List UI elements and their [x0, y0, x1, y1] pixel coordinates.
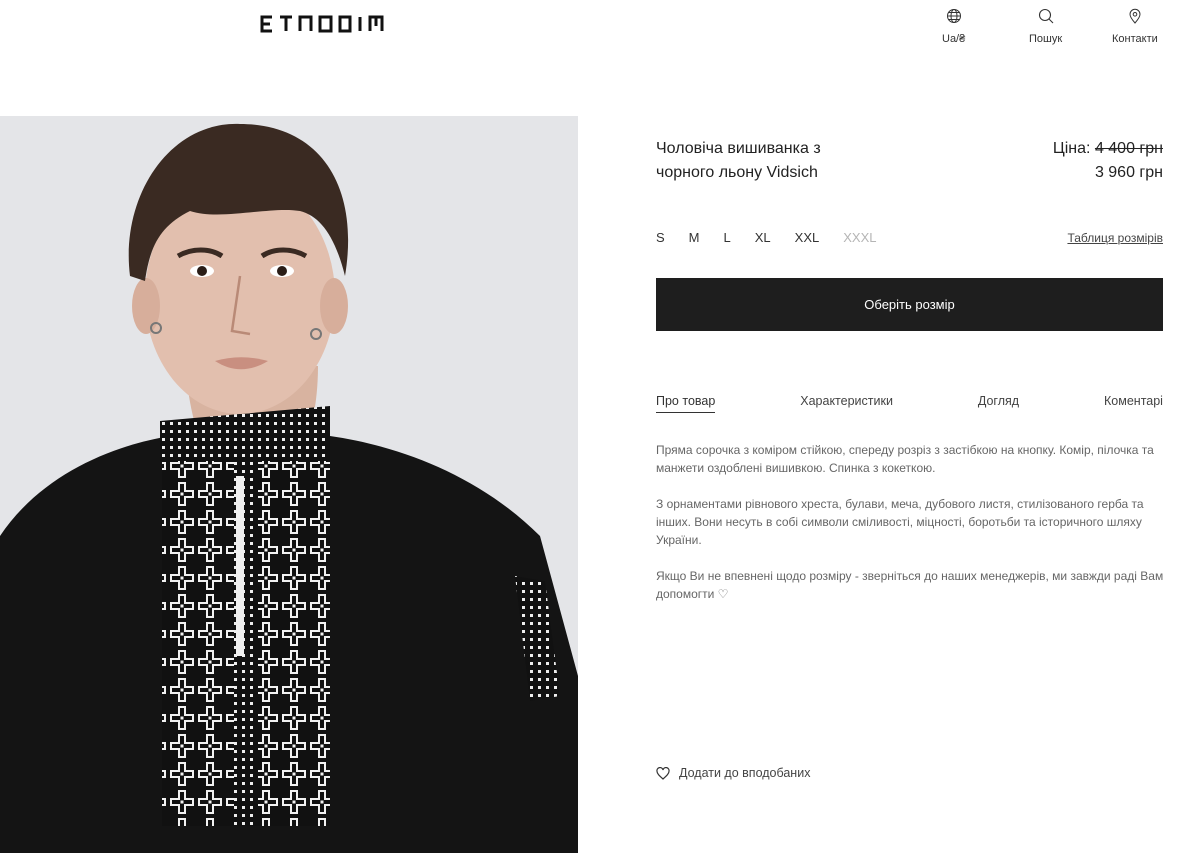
location-pin-icon: [1129, 8, 1141, 24]
product-photo: [0, 116, 578, 853]
language-currency-label: Ua/₴: [942, 33, 966, 45]
description-paragraph-2: З орнаментами рівнового хреста, булави, …: [656, 497, 1144, 547]
tab-care[interactable]: Догляд: [978, 394, 1019, 413]
size-option-xxxl: XXXL: [843, 230, 877, 245]
product-tabs: Про товар Характеристики Догляд Коментар…: [656, 394, 1163, 413]
tab-about[interactable]: Про товар: [656, 394, 716, 413]
tab-comments[interactable]: Коментарі: [1104, 394, 1163, 413]
logo[interactable]: [260, 12, 410, 36]
tab-characteristics[interactable]: Характеристики: [800, 394, 893, 413]
select-size-button[interactable]: Оберіть розмір: [656, 278, 1163, 331]
description-paragraph-3: Якщо Ви не впевнені щодо розміру - зверн…: [656, 569, 1164, 601]
price-block: Ціна: 4 400 грн 3 960 грн: [1053, 137, 1163, 185]
search-button[interactable]: Пошук: [1029, 8, 1062, 45]
current-price: 3 960 грн: [1094, 164, 1163, 181]
size-selector: S M L XL XXL XXXL: [656, 230, 900, 245]
size-option-m[interactable]: M: [689, 230, 700, 245]
description-paragraph-1: Пряма сорочка з коміром стійкою, спереду…: [656, 443, 1154, 475]
etnodim-logo-icon: [260, 15, 384, 33]
add-to-favorites-button[interactable]: Додати до вподобаних: [656, 766, 810, 780]
language-currency-selector[interactable]: Ua/₴: [942, 8, 965, 45]
product-title-line1: Чоловіча вишиванка з: [656, 140, 821, 157]
search-icon: [1038, 8, 1053, 24]
add-to-favorites-label: Додати до вподобаних: [679, 766, 811, 780]
size-option-s[interactable]: S: [656, 230, 665, 245]
product-description: Пряма сорочка з коміром стійкою, спереду…: [656, 441, 1166, 621]
product-title-line2: чорного льону Vidsich: [656, 164, 818, 181]
heart-icon: [656, 766, 670, 780]
contacts-label: Контакти: [1112, 33, 1158, 45]
size-option-xl[interactable]: XL: [755, 230, 771, 245]
old-price: 4 400 грн: [1094, 140, 1163, 157]
size-option-xxl[interactable]: XXL: [795, 230, 820, 245]
size-table-link[interactable]: Таблиця розмірів: [1067, 231, 1163, 245]
contacts-button[interactable]: Контакти: [1112, 8, 1158, 45]
search-label: Пошук: [1029, 33, 1063, 45]
product-title: Чоловіча вишиванка з чорного льону Vidsi…: [656, 137, 916, 185]
price-label: Ціна:: [1052, 140, 1091, 157]
globe-icon: [946, 9, 961, 23]
product-image[interactable]: [0, 116, 578, 853]
size-option-l[interactable]: L: [724, 230, 731, 245]
